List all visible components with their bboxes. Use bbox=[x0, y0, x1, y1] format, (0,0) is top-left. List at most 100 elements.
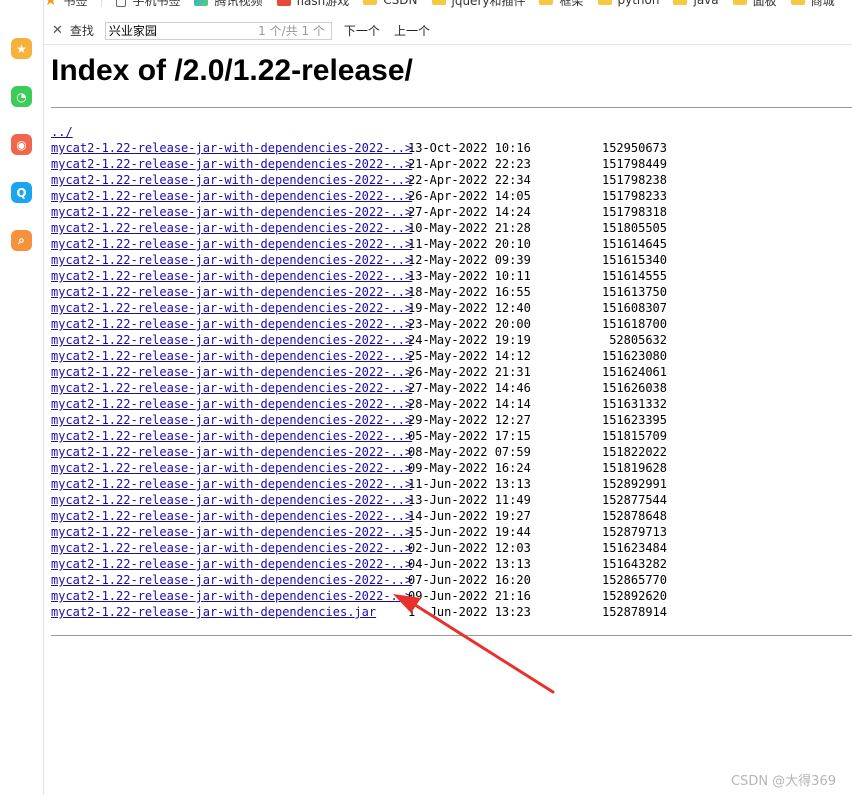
bookmark-label: java bbox=[693, 0, 719, 7]
file-link[interactable]: mycat2-1.22-release-jar-with-dependencie… bbox=[51, 524, 412, 540]
file-date: 21-Apr-2022 22:23 bbox=[408, 157, 531, 171]
close-icon[interactable]: ✕ bbox=[52, 23, 63, 38]
bookmark-item[interactable]: 腾讯视频 bbox=[194, 0, 263, 9]
favorites-icon[interactable]: ★ bbox=[11, 38, 32, 59]
bookmark-label: 书签 bbox=[63, 0, 88, 8]
file-link[interactable]: mycat2-1.22-release-jar-with-dependencie… bbox=[51, 588, 412, 604]
bookmark-item[interactable]: ★ 书签 bbox=[44, 0, 87, 9]
file-size: 151798238 bbox=[601, 173, 667, 187]
bookmark-separator bbox=[101, 0, 103, 7]
file-size: 152892991 bbox=[601, 477, 667, 491]
file-date: 23-May-2022 20:00 bbox=[408, 317, 531, 331]
left-sidebar: ★ ◔ ◉ Q ⌕ bbox=[0, 0, 44, 795]
file-link[interactable]: mycat2-1.22-release-jar-with-dependencie… bbox=[51, 396, 412, 412]
file-row: mycat2-1.22-release-jar-with-dependencie… bbox=[51, 252, 667, 268]
file-size: 152877544 bbox=[601, 493, 667, 507]
folder-icon bbox=[363, 0, 378, 5]
file-row: mycat2-1.22-release-jar-with-dependencie… bbox=[51, 204, 667, 220]
file-size: 151819628 bbox=[601, 461, 667, 475]
file-link[interactable]: mycat2-1.22-release-jar-with-dependencie… bbox=[51, 300, 412, 316]
file-row: mycat2-1.22-release-jar-with-dependencie… bbox=[51, 140, 667, 156]
file-link[interactable]: mycat2-1.22-release-jar-with-dependencie… bbox=[51, 428, 412, 444]
wechat-icon[interactable]: ◔ bbox=[11, 86, 32, 107]
folder-icon bbox=[790, 0, 805, 5]
file-date: 19-May-2022 12:40 bbox=[408, 301, 531, 315]
file-row: mycat2-1.22-release-jar-with-dependencie… bbox=[51, 172, 667, 188]
file-size: 151618700 bbox=[601, 317, 667, 331]
parent-row: ../ bbox=[51, 124, 667, 140]
bookmark-item[interactable]: flash游戏 bbox=[276, 0, 350, 9]
file-link[interactable]: mycat2-1.22-release-jar-with-dependencie… bbox=[51, 492, 412, 508]
bookmark-item[interactable]: CSDN bbox=[363, 0, 418, 7]
file-date: 10-May-2022 21:28 bbox=[408, 221, 531, 235]
bookmark-item[interactable]: 手机书签 bbox=[116, 0, 180, 9]
file-link[interactable]: mycat2-1.22-release-jar-with-dependencie… bbox=[51, 556, 412, 572]
file-date: 12-May-2022 09:39 bbox=[408, 253, 531, 267]
file-link[interactable]: mycat2-1.22-release-jar-with-dependencie… bbox=[51, 156, 412, 172]
file-date: 26-Apr-2022 14:05 bbox=[408, 189, 531, 203]
file-link[interactable]: mycat2-1.22-release-jar-with-dependencie… bbox=[51, 204, 412, 220]
file-link[interactable]: mycat2-1.22-release-jar-with-dependencie… bbox=[51, 268, 412, 284]
file-link[interactable]: mycat2-1.22-release-jar-with-dependencie… bbox=[51, 508, 412, 524]
file-link[interactable]: mycat2-1.22-release-jar-with-dependencie… bbox=[51, 252, 412, 268]
file-row: mycat2-1.22-release-jar-with-dependencie… bbox=[51, 268, 667, 284]
folder-icon bbox=[431, 0, 446, 5]
file-link[interactable]: mycat2-1.22-release-jar-with-dependencie… bbox=[51, 236, 412, 252]
file-date: 11-May-2022 20:10 bbox=[408, 237, 531, 251]
parent-directory-link[interactable]: ../ bbox=[51, 124, 73, 140]
file-link[interactable]: mycat2-1.22-release-jar-with-dependencie… bbox=[51, 316, 412, 332]
file-date: 18-May-2022 16:55 bbox=[408, 285, 531, 299]
file-row: mycat2-1.22-release-jar-with-dependencie… bbox=[51, 460, 667, 476]
qq-icon[interactable]: Q bbox=[11, 182, 32, 203]
bookmark-label: CSDN bbox=[383, 0, 418, 7]
bookmark-item[interactable]: 面板 bbox=[732, 0, 777, 9]
file-row: mycat2-1.22-release-jar-with-dependencie… bbox=[51, 476, 667, 492]
bookmark-item[interactable]: 商城 bbox=[790, 0, 835, 9]
bookmark-item[interactable]: python bbox=[597, 0, 659, 7]
find-next-button[interactable]: 下一个 bbox=[344, 22, 380, 39]
file-link[interactable]: mycat2-1.22-release-jar-with-dependencie… bbox=[51, 540, 412, 556]
file-size: 151614555 bbox=[601, 269, 667, 283]
weibo-icon[interactable]: ◉ bbox=[11, 134, 32, 155]
file-link[interactable]: mycat2-1.22-release-jar-with-dependencie… bbox=[51, 188, 412, 204]
file-link[interactable]: mycat2-1.22-release-jar-with-dependencie… bbox=[51, 140, 412, 156]
file-size: 151623484 bbox=[601, 541, 667, 555]
find-prev-button[interactable]: 上一个 bbox=[394, 22, 430, 39]
file-link[interactable]: mycat2-1.22-release-jar-with-dependencie… bbox=[51, 412, 412, 428]
bookmark-item[interactable]: 框架 bbox=[539, 0, 584, 9]
file-link[interactable]: mycat2-1.22-release-jar-with-dependencie… bbox=[51, 380, 412, 396]
file-link[interactable]: mycat2-1.22-release-jar-with-dependencie… bbox=[51, 348, 412, 364]
file-row: mycat2-1.22-release-jar-with-dependencie… bbox=[51, 540, 667, 556]
bookmark-label: flash游戏 bbox=[296, 0, 350, 8]
file-link[interactable]: mycat2-1.22-release-jar-with-dependencie… bbox=[51, 172, 412, 188]
bookmark-label: 商城 bbox=[810, 0, 835, 8]
file-date: 13-May-2022 10:11 bbox=[408, 269, 531, 283]
file-row: mycat2-1.22-release-jar-with-dependencie… bbox=[51, 444, 667, 460]
file-row: mycat2-1.22-release-jar-with-dependencie… bbox=[51, 428, 667, 444]
file-link[interactable]: mycat2-1.22-release-jar-with-dependencie… bbox=[51, 220, 412, 236]
file-row: mycat2-1.22-release-jar-with-dependencie… bbox=[51, 284, 667, 300]
file-link[interactable]: mycat2-1.22-release-jar-with-dependencie… bbox=[51, 364, 412, 380]
folder-icon bbox=[732, 0, 747, 5]
file-row: mycat2-1.22-release-jar-with-dependencie… bbox=[51, 300, 667, 316]
find-input[interactable] bbox=[105, 23, 239, 38]
file-size: 151798233 bbox=[601, 189, 667, 203]
find-bar: ✕ 查找 1 个/共 1 个 下一个 上一个 bbox=[44, 17, 852, 45]
file-size: 151614645 bbox=[601, 237, 667, 251]
file-link[interactable]: mycat2-1.22-release-jar-with-dependencie… bbox=[51, 332, 412, 348]
file-row: mycat2-1.22-release-jar-with-dependencie… bbox=[51, 604, 667, 620]
file-link[interactable]: mycat2-1.22-release-jar-with-dependencie… bbox=[51, 604, 408, 620]
search-sidebar-icon[interactable]: ⌕ bbox=[11, 230, 32, 251]
file-link[interactable]: mycat2-1.22-release-jar-with-dependencie… bbox=[51, 476, 412, 492]
page-title: Index of /2.0/1.22-release/ bbox=[51, 54, 413, 87]
file-link[interactable]: mycat2-1.22-release-jar-with-dependencie… bbox=[51, 460, 412, 476]
file-link[interactable]: mycat2-1.22-release-jar-with-dependencie… bbox=[51, 284, 412, 300]
file-row: mycat2-1.22-release-jar-with-dependencie… bbox=[51, 332, 667, 348]
bookmark-item[interactable]: jquery和插件 bbox=[431, 0, 525, 9]
file-link[interactable]: mycat2-1.22-release-jar-with-dependencie… bbox=[51, 444, 412, 460]
file-size: 52805632 bbox=[609, 333, 667, 347]
video-icon bbox=[194, 0, 209, 6]
file-link[interactable]: mycat2-1.22-release-jar-with-dependencie… bbox=[51, 572, 412, 588]
bookmark-item[interactable]: java bbox=[673, 0, 719, 7]
bookmark-label: 手机书签 bbox=[132, 0, 181, 8]
